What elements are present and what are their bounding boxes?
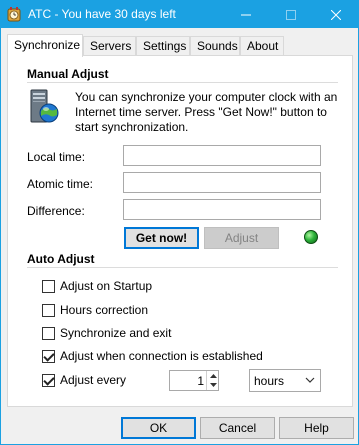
adjust-button[interactable]: Adjust — [204, 227, 279, 249]
tab-synchronize[interactable]: Synchronize — [7, 34, 83, 57]
stepper-arrows — [206, 371, 218, 390]
maximize-button[interactable] — [268, 1, 313, 28]
app-icon — [7, 7, 21, 22]
get-now-button[interactable]: Get now! — [124, 227, 199, 249]
tab-about[interactable]: About — [240, 36, 284, 56]
hours-correction-label: Hours correction — [60, 303, 149, 317]
synchronize-panel: Manual Adjust You can synchronize your c… — [7, 55, 353, 407]
synchronize-and-exit-option[interactable]: Synchronize and exit — [42, 325, 171, 341]
adjust-on-connection-checkbox[interactable] — [42, 349, 55, 363]
minimize-icon — [240, 14, 251, 15]
ok-button[interactable]: OK — [121, 417, 196, 439]
computer-globe-icon — [30, 89, 59, 123]
close-icon — [330, 9, 341, 20]
maximize-icon — [285, 9, 296, 20]
tab-strip: Synchronize Servers Settings Sounds Abou… — [7, 34, 353, 57]
adjust-every-option[interactable]: Adjust every — [42, 372, 126, 388]
manual-adjust-title: Manual Adjust — [27, 67, 109, 81]
adjust-on-startup-option[interactable]: Adjust on Startup — [42, 278, 152, 294]
stepper-up-button[interactable] — [207, 371, 219, 380]
adjust-on-connection-option[interactable]: Adjust when connection is established — [42, 348, 263, 364]
auto-adjust-title: Auto Adjust — [27, 252, 95, 266]
window-title: ATC - You have 30 days left — [28, 7, 176, 21]
cancel-button[interactable]: Cancel — [200, 417, 275, 439]
connection-status-globe-icon — [304, 230, 318, 244]
hours-correction-checkbox[interactable] — [42, 303, 55, 317]
interval-unit-select[interactable]: hours — [249, 369, 321, 392]
help-button[interactable]: Help — [279, 417, 354, 439]
local-time-label: Local time: — [27, 150, 86, 164]
interval-stepper[interactable]: 1 — [169, 370, 219, 391]
minimize-button[interactable] — [223, 1, 268, 28]
stepper-down-button[interactable] — [207, 380, 219, 389]
tab-sounds[interactable]: Sounds — [190, 36, 240, 56]
interval-value: 1 — [197, 374, 204, 388]
tab-servers[interactable]: Servers — [83, 36, 136, 56]
atc-window: ATC - You have 30 days left Synchronize … — [0, 0, 359, 445]
synchronize-and-exit-label: Synchronize and exit — [60, 326, 172, 340]
title-bar[interactable]: ATC - You have 30 days left — [1, 1, 358, 28]
interval-unit-value: hours — [254, 374, 285, 388]
dropdown-arrow-icon — [305, 377, 315, 383]
chevron-up-icon — [209, 373, 217, 378]
adjust-on-startup-checkbox[interactable] — [42, 279, 55, 293]
difference-field[interactable] — [123, 199, 321, 220]
auto-adjust-divider — [27, 267, 338, 268]
tab-settings[interactable]: Settings — [136, 36, 190, 56]
synchronize-and-exit-checkbox[interactable] — [42, 326, 55, 340]
difference-label: Difference: — [27, 204, 85, 218]
chevron-down-icon — [209, 382, 217, 387]
local-time-field[interactable] — [123, 145, 321, 166]
hours-correction-option[interactable]: Hours correction — [42, 302, 148, 318]
manual-adjust-divider — [27, 82, 338, 83]
adjust-on-connection-label: Adjust when connection is established — [60, 349, 263, 363]
adjust-every-checkbox[interactable] — [42, 373, 55, 387]
adjust-on-startup-label: Adjust on Startup — [60, 279, 153, 293]
adjust-every-label: Adjust every — [60, 373, 127, 387]
atomic-time-label: Atomic time: — [27, 177, 94, 191]
info-text: You can synchronize your computer clock … — [75, 90, 338, 134]
atomic-time-field[interactable] — [123, 172, 321, 193]
close-button[interactable] — [313, 1, 358, 28]
